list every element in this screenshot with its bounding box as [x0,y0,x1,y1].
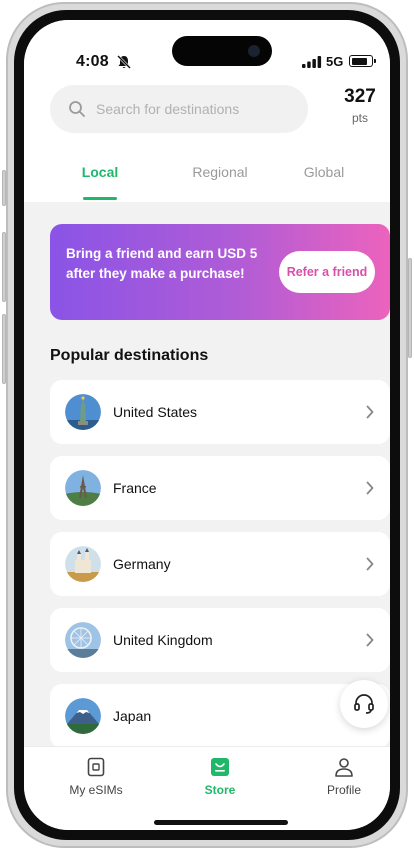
destination-item-germany[interactable]: Germany [50,532,390,596]
home-indicator [154,820,288,825]
header: 327 pts Local Regional Global [24,80,390,202]
tab-global-label: Global [303,164,345,180]
chevron-right-icon [366,557,374,571]
destination-item-united-kingdom[interactable]: United Kingdom [50,608,390,672]
statue-of-liberty-icon [65,394,101,430]
search-bar[interactable] [50,85,308,133]
destination-item-france[interactable]: France [50,456,390,520]
tab-global[interactable]: Global [288,164,360,202]
status-bar: 4:08 5G [24,20,390,80]
camera-icon [248,45,260,57]
status-time: 4:08 [76,53,109,70]
destination-name: France [113,480,157,496]
chevron-right-icon [366,481,374,495]
silent-bell-icon [117,55,131,69]
nav-store[interactable]: Store [170,757,270,797]
phone-bezel: 4:08 5G Search for destinations 327 pts … [14,10,400,840]
mount-fuji-icon [65,698,101,734]
battery-icon [349,55,376,67]
nav-profile-label: Profile [326,783,361,797]
nav-store-label: Store [204,783,236,797]
destination-name: Japan [113,708,152,724]
refer-friend-button[interactable]: Refer a friend [279,251,375,293]
signal-bars-icon [302,56,322,68]
volume-up-button [2,232,6,302]
nav-my-esims-label: My eSIMs [69,783,123,797]
nav-my-esims[interactable]: My eSIMs [46,757,146,797]
castle-icon [65,546,101,582]
tab-regional[interactable]: Regional [174,164,266,202]
power-button [408,258,412,358]
chevron-right-icon [366,633,374,647]
points-display[interactable]: 327 pts [324,86,390,125]
volume-down-button [2,314,6,384]
app-screen: 4:08 5G Search for destinations 327 pts … [24,20,390,830]
destination-name: United Kingdom [113,632,213,648]
search-input[interactable] [96,85,296,133]
referral-banner[interactable]: Bring a friend and earn USD 5 after they… [50,224,390,320]
tab-local[interactable]: Local [68,164,132,202]
section-title: Popular destinations [50,347,209,364]
chevron-right-icon [366,405,374,419]
eiffel-tower-icon [65,470,101,506]
bottom-nav: My eSIMs Store Profile [24,746,390,830]
region-tabs: Local Regional Global [24,164,390,202]
active-tab-indicator [83,197,117,200]
london-eye-icon [65,622,101,658]
shopping-bag-icon [211,758,229,776]
sim-card-icon [87,757,105,777]
search-icon [69,101,85,117]
referral-text: Bring a friend and earn USD 5 after they… [66,246,258,281]
tab-local-label: Local [81,164,119,180]
headset-icon [354,694,374,714]
points-unit: pts [351,111,368,125]
points-value: 327 [344,86,376,107]
nav-profile[interactable]: Profile [294,757,390,797]
destination-item-japan[interactable]: Japan [50,684,390,748]
destination-name: Germany [113,556,171,572]
destination-name: United States [113,404,198,420]
person-icon [335,758,353,777]
side-button [2,170,6,206]
destination-item-united-states[interactable]: United States [50,380,390,444]
phone-frame: 4:08 5G Search for destinations 327 pts … [2,2,412,848]
dynamic-island [172,36,272,66]
support-button[interactable] [340,680,388,728]
tab-regional-label: Regional [192,164,248,180]
network-type: 5G [326,54,344,69]
